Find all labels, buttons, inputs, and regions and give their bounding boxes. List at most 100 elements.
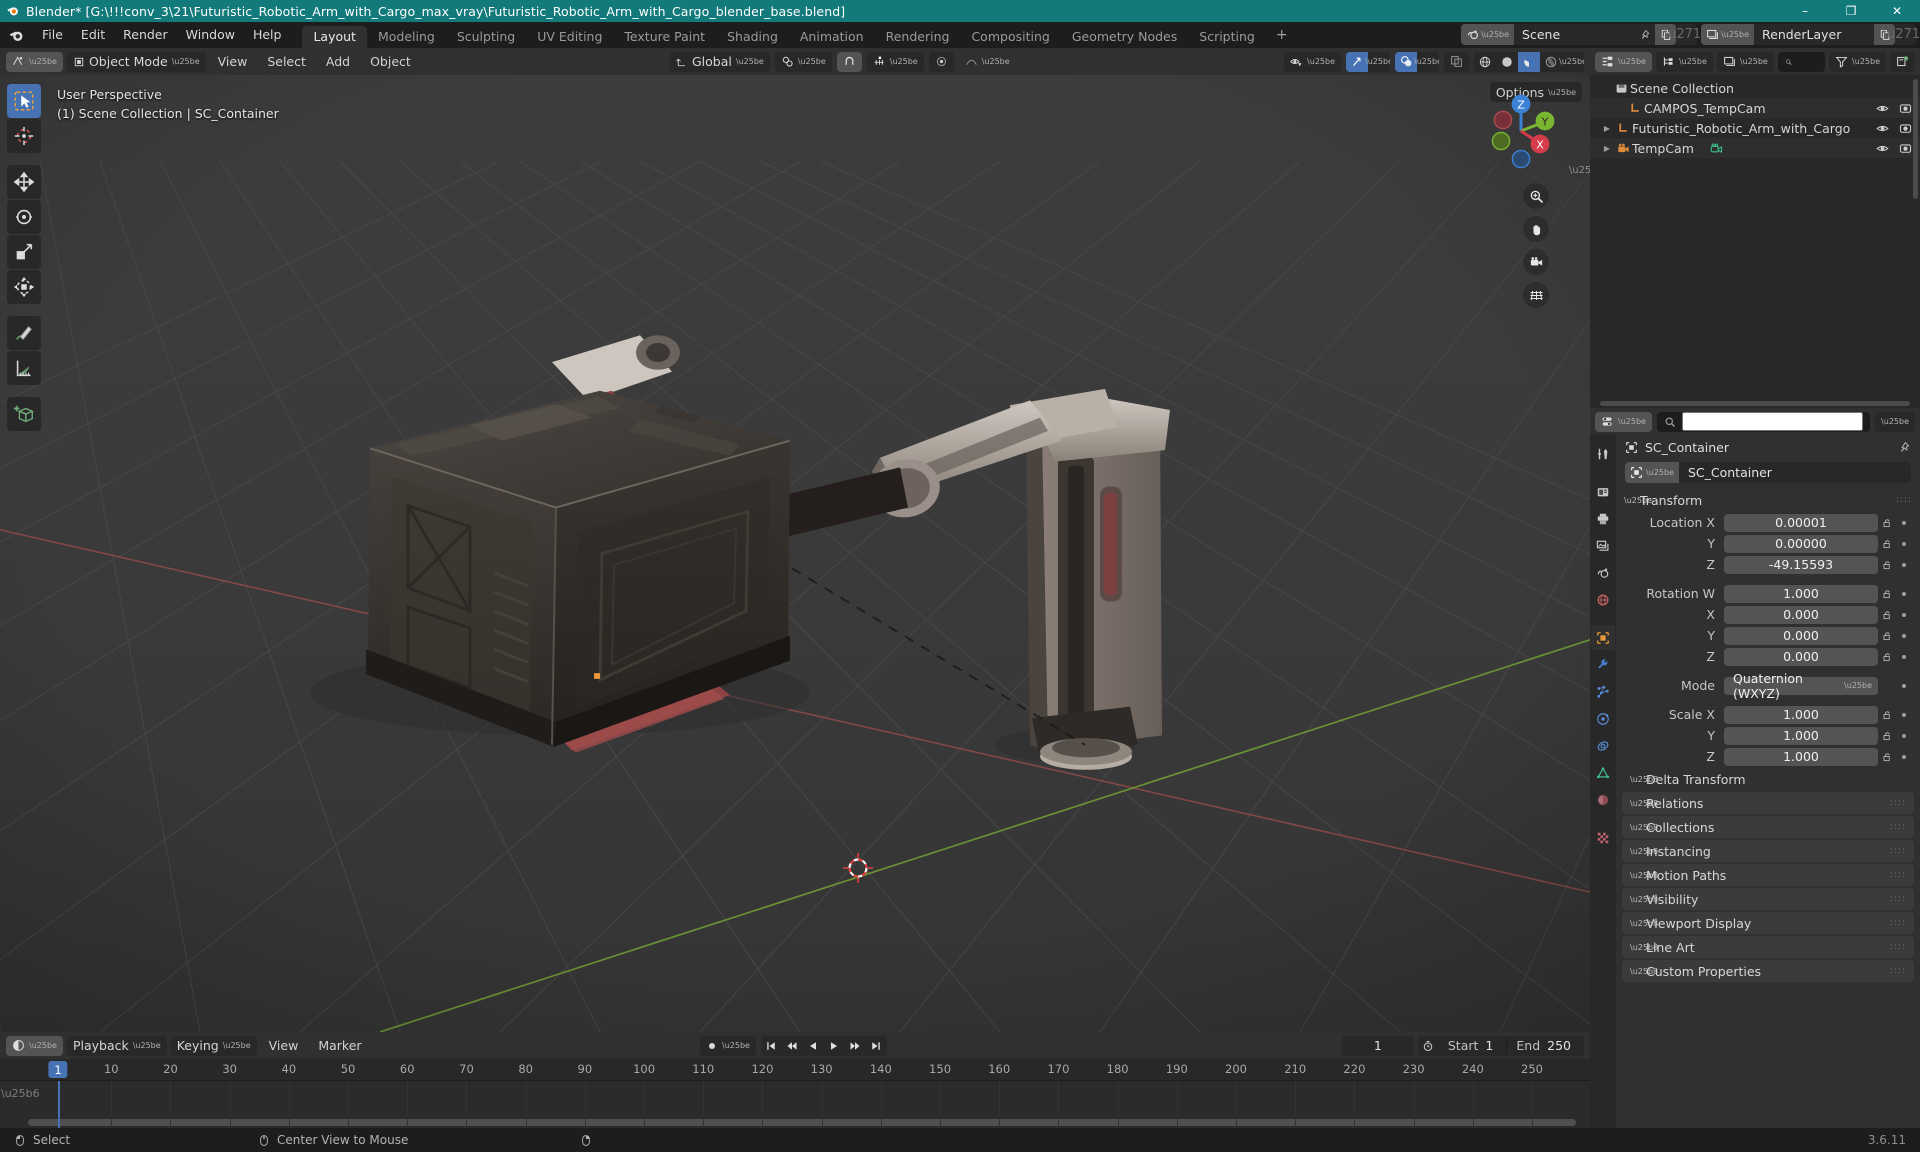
timeline-body[interactable]: \u25b6 (0, 1081, 1590, 1128)
lock-rotation-x-icon[interactable] (1878, 609, 1896, 621)
workspace-tab-geometry-nodes[interactable]: Geometry Nodes (1061, 26, 1188, 48)
workspace-tab-sculpting[interactable]: Sculpting (446, 26, 526, 48)
start-frame-value[interactable]: 1 (1485, 1038, 1506, 1053)
workspace-tab-scripting[interactable]: Scripting (1188, 26, 1266, 48)
timeline-ruler[interactable]: 10 20 30 40 50 60 70 80 90 100 110 120 130 140 150 160 1… (0, 1059, 1590, 1081)
scene-name[interactable]: Scene (1514, 24, 1635, 45)
view-layer-icon[interactable]: \u25be (1701, 24, 1754, 45)
play-button[interactable] (824, 1036, 845, 1056)
view-layer-tab[interactable] (1591, 533, 1615, 558)
shading-material-preview-button[interactable] (1518, 51, 1540, 72)
blender-menu-icon[interactable] (8, 27, 25, 44)
hide-in-viewport-eye-icon[interactable] (1876, 142, 1889, 155)
output-tab[interactable] (1591, 506, 1615, 531)
menu-window[interactable]: Window (177, 22, 244, 48)
use-preview-range-icon[interactable] (1418, 1036, 1439, 1056)
gizmo-options-dropdown[interactable]: \u25be (1365, 52, 1390, 72)
viewlayer-selector[interactable]: \u25be RenderLayer \u2715 (1701, 24, 1920, 45)
viewport-menu-add[interactable]: Add (318, 48, 358, 75)
animate-rotation-x-icon[interactable] (1896, 612, 1912, 617)
proportional-falloff-dropdown[interactable]: \u25be (959, 52, 1016, 72)
timeline-menu-keying[interactable]: Keying \u25be (170, 1035, 257, 1056)
rotation-mode-dropdown[interactable]: Quaternion (WXYZ) \u25be (1724, 671, 1878, 701)
pan-hand-icon[interactable] (1523, 216, 1549, 242)
disable-in-renders-camera-icon[interactable] (1899, 142, 1912, 155)
editor-type-button[interactable]: \u25be (6, 51, 63, 72)
material-tab[interactable] (1591, 787, 1615, 812)
workspace-tab-layout[interactable]: Layout (302, 26, 367, 48)
workspace-tab-texture-paint[interactable]: Texture Paint (613, 26, 716, 48)
properties-options-dropdown[interactable]: \u25be (1875, 411, 1915, 432)
animate-location-z-icon[interactable] (1896, 562, 1912, 567)
viewport-menu-view[interactable]: View (210, 48, 256, 75)
lock-scale-y-icon[interactable] (1878, 730, 1896, 742)
proportional-edit-button[interactable] (928, 51, 954, 72)
rotation-w-value[interactable]: 1.000 (1724, 584, 1878, 603)
render-tab[interactable] (1591, 479, 1615, 504)
animate-rotation-y-icon[interactable] (1896, 633, 1912, 638)
zoom-icon[interactable] (1523, 183, 1549, 209)
scale-x-value[interactable]: 1.000 (1724, 705, 1878, 724)
annotate-tool[interactable] (7, 316, 41, 350)
menu-help[interactable]: Help (244, 22, 291, 48)
model-futuristic-robotic-arm-with-cargo[interactable] (0, 75, 1590, 1032)
minimize-button[interactable]: – (1782, 0, 1828, 22)
line-art-panel-header[interactable]: \u25b8 Line Art :::: (1622, 936, 1914, 958)
outliner-vscrollbar[interactable] (1913, 79, 1918, 199)
scale-tool[interactable] (7, 235, 41, 269)
outliner-filter-button[interactable]: \u25be (1829, 51, 1886, 72)
lock-rotation-z-icon[interactable] (1878, 651, 1896, 663)
timeline-hscrollbar[interactable] (0, 1119, 1590, 1126)
shading-options-dropdown[interactable]: \u25be (1559, 52, 1584, 72)
delta-transform-panel-header[interactable]: \u25b8 Delta Transform (1616, 768, 1920, 790)
outliner-search-input[interactable] (1798, 54, 1819, 69)
add-cube-tool[interactable] (7, 397, 41, 431)
jump-to-next-keyframe-button[interactable] (845, 1036, 866, 1056)
menu-file[interactable]: File (33, 22, 72, 48)
hide-in-viewport-eye-icon[interactable] (1876, 122, 1889, 135)
properties-editor-type-button[interactable]: \u25be (1595, 411, 1652, 432)
rotate-tool[interactable] (7, 200, 41, 234)
animate-rotation-z-icon[interactable] (1896, 654, 1912, 659)
world-tab[interactable] (1591, 587, 1615, 612)
snap-pivot-dropdown[interactable]: \u25be (774, 51, 832, 72)
shading-wireframe-button[interactable] (1474, 52, 1496, 72)
rotation-x-value[interactable]: 0.000 (1724, 605, 1878, 624)
workspace-tab-rendering[interactable]: Rendering (875, 26, 961, 48)
outliner-row-scene-collection[interactable]: Scene Collection (1590, 78, 1920, 98)
outliner-hscrollbar[interactable] (1600, 401, 1910, 406)
viewlayer-name[interactable]: RenderLayer (1754, 24, 1874, 45)
visibility-filter-dropdown[interactable]: \u25be (1284, 51, 1341, 72)
lock-location-z-icon[interactable] (1878, 559, 1896, 571)
outliner-filter-scene-dropdown[interactable]: \u25be (1716, 51, 1774, 72)
remove-viewlayer-icon[interactable]: \u2715 (1883, 24, 1920, 45)
transform-panel-header[interactable]: \u25be Transform :::: (1616, 489, 1920, 511)
measure-tool[interactable] (7, 351, 41, 385)
auto-keying-button[interactable]: \u25be (700, 1035, 756, 1056)
custom-properties-panel-header[interactable]: \u25b8 Custom Properties :::: (1622, 960, 1914, 982)
scene-selector[interactable]: \u25be Scene \u2715 (1461, 24, 1710, 45)
animate-rotation-w-icon[interactable] (1896, 591, 1912, 596)
rotation-z-value[interactable]: 0.000 (1724, 647, 1878, 666)
overlay-options-dropdown[interactable]: \u25be (1414, 52, 1439, 72)
rotation-y-value[interactable]: 0.000 (1724, 626, 1878, 645)
workspace-tab-animation[interactable]: Animation (789, 26, 875, 48)
timeline-menu-marker[interactable]: Marker (310, 1032, 369, 1059)
workspace-tab-shading[interactable]: Shading (716, 26, 789, 48)
animate-location-y-icon[interactable] (1896, 541, 1912, 546)
current-frame-field[interactable]: 1 (1341, 1035, 1414, 1056)
disable-in-renders-camera-icon[interactable] (1899, 102, 1912, 115)
animate-location-x-icon[interactable] (1896, 520, 1912, 525)
visibility-panel-header[interactable]: \u25b8 Visibility :::: (1622, 888, 1914, 910)
scene-icon[interactable]: \u25be (1461, 24, 1515, 45)
toggle-ortho-icon[interactable] (1523, 282, 1549, 308)
disclosure-triangle[interactable]: ▶ (1600, 124, 1614, 133)
close-button[interactable]: ✕ (1874, 0, 1920, 22)
animate-scale-y-icon[interactable] (1896, 733, 1912, 738)
lock-rotation-w-icon[interactable] (1878, 588, 1896, 600)
move-tool[interactable] (7, 165, 41, 199)
unlink-scene-icon[interactable]: \u2715 (1664, 24, 1710, 45)
jump-to-end-button[interactable] (866, 1036, 887, 1056)
outliner-display-mode-dropdown[interactable]: \u25be (1655, 51, 1713, 72)
menu-render[interactable]: Render (114, 22, 177, 48)
